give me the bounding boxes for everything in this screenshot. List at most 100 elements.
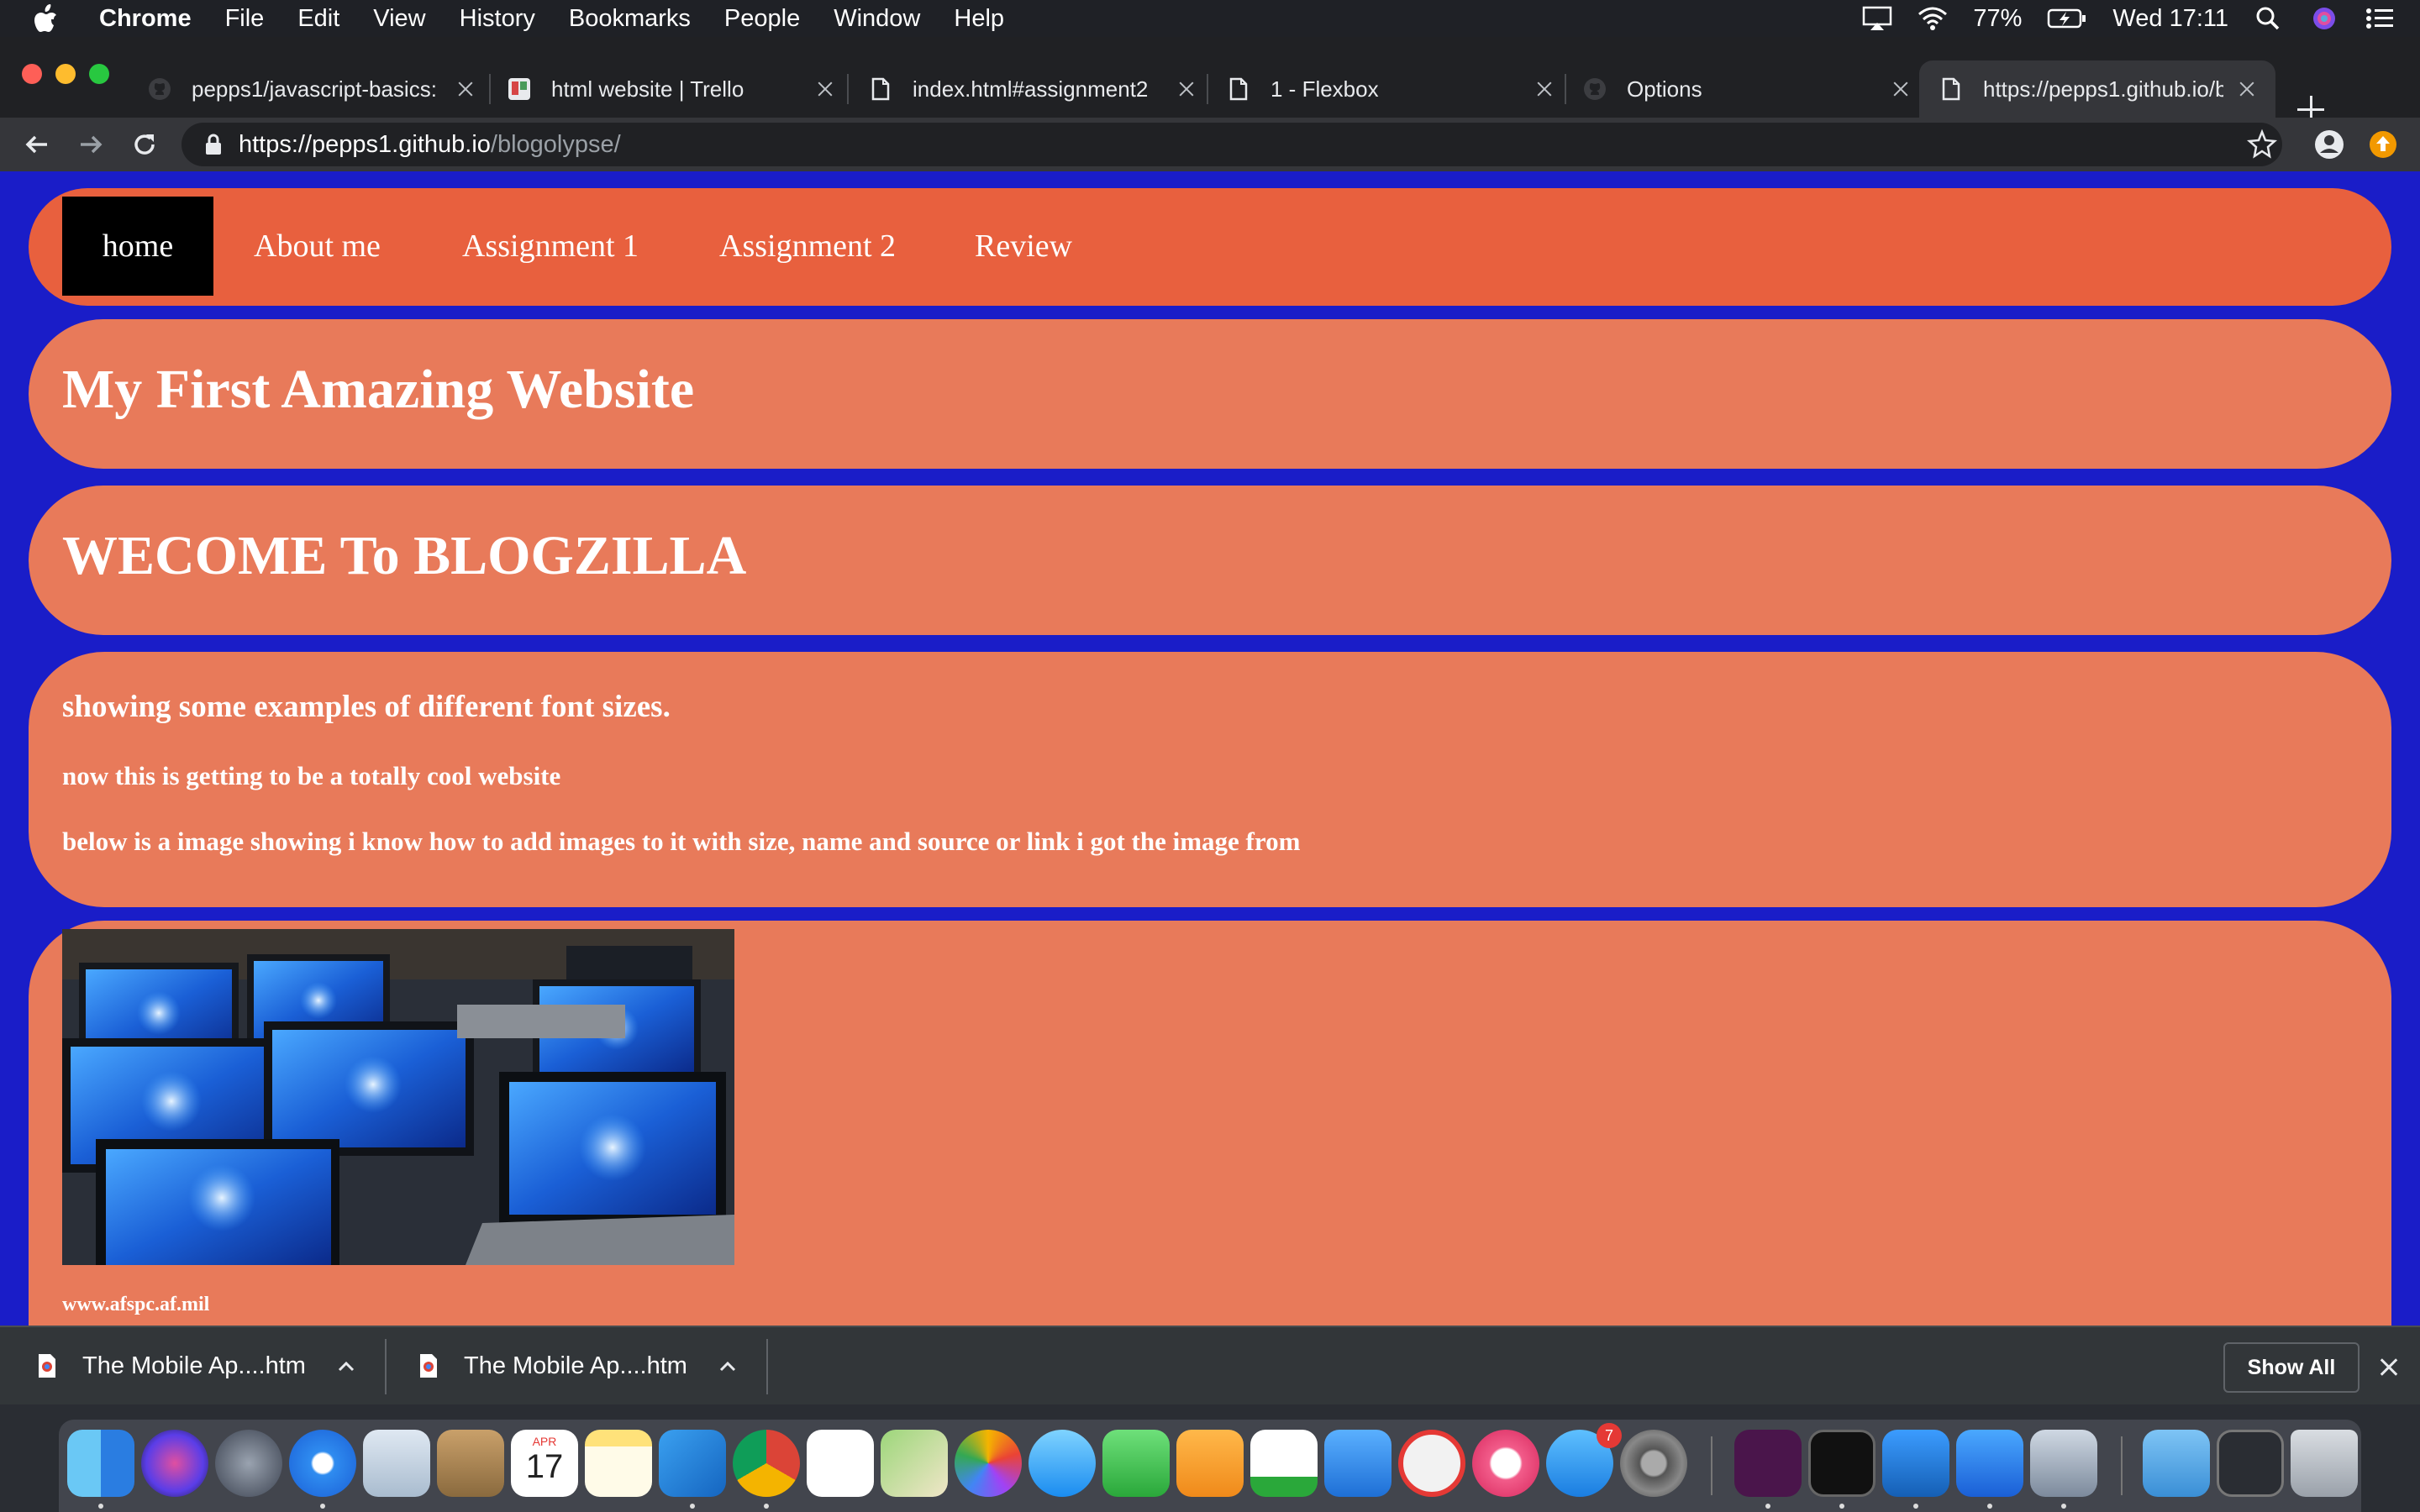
system-preferences-icon[interactable] <box>1620 1430 1687 1497</box>
running-indicator <box>2061 1504 2066 1509</box>
menu-edit[interactable]: Edit <box>297 5 339 33</box>
window-minimize-button[interactable] <box>55 64 76 84</box>
chrome-icon[interactable] <box>733 1430 800 1497</box>
image-source-credit[interactable]: www.afspc.af.mil <box>62 1294 209 1316</box>
dock-separator <box>1711 1436 1712 1495</box>
menu-view[interactable]: View <box>373 5 425 33</box>
simulator-icon[interactable] <box>1956 1430 2023 1497</box>
macos-dock: APR 17 7 <box>59 1420 2361 1512</box>
address-bar[interactable]: https://pepps1.github.io/blogolypse/ <box>182 123 2282 166</box>
forward-arrow-icon[interactable] <box>74 128 108 161</box>
calendar-day: 17 <box>525 1448 564 1485</box>
tab-javascript-basics[interactable]: pepps1/javascript-basics: <box>148 60 477 118</box>
profile-avatar-icon[interactable] <box>2312 128 2346 161</box>
window-zoom-button[interactable] <box>89 64 109 84</box>
web-page-viewport[interactable]: home About me Assignment 1 Assignment 2 … <box>0 171 2420 1326</box>
contacts-icon[interactable] <box>437 1430 504 1497</box>
window-close-button[interactable] <box>22 64 42 84</box>
site-navigation-bar: home About me Assignment 1 Assignment 2 … <box>29 188 2391 306</box>
menu-file[interactable]: File <box>225 5 265 33</box>
dock-separator <box>2121 1436 2123 1495</box>
app-store-icon[interactable]: 7 <box>1546 1423 1622 1497</box>
extension-update-icon[interactable] <box>2366 128 2400 161</box>
tab-options[interactable]: Options <box>1583 60 1912 118</box>
facetime-icon[interactable] <box>1102 1430 1170 1497</box>
macos-menu-bar: Chrome File Edit View History Bookmarks … <box>0 0 2420 37</box>
siri-menu-icon[interactable] <box>2309 6 2339 31</box>
tab-close-icon[interactable] <box>1889 77 1912 101</box>
numbers-icon[interactable] <box>1250 1430 1318 1497</box>
nav-link-home[interactable]: home <box>62 197 213 296</box>
music-icon[interactable] <box>1472 1430 1539 1497</box>
lock-icon[interactable] <box>205 134 222 155</box>
tab-separator <box>489 74 491 104</box>
trash-icon[interactable] <box>2291 1430 2358 1497</box>
wifi-icon[interactable] <box>1918 6 1948 31</box>
battery-charging-icon[interactable] <box>2047 6 2087 31</box>
apple-icon[interactable] <box>34 4 59 33</box>
preview-icon[interactable] <box>2030 1430 2097 1497</box>
notes-icon[interactable] <box>585 1430 652 1497</box>
welcome-heading: WECOME To BLOGZILLA <box>62 525 747 586</box>
menu-window[interactable]: Window <box>834 5 920 33</box>
tab-close-icon[interactable] <box>1533 77 1556 101</box>
terminal-icon[interactable] <box>1808 1430 1876 1497</box>
nav-link-review[interactable]: Review <box>975 197 1072 296</box>
vscode-icon[interactable] <box>659 1430 726 1497</box>
menu-clock[interactable]: Wed 17:11 <box>2112 5 2228 33</box>
tab-close-icon[interactable] <box>454 77 477 101</box>
menu-help[interactable]: Help <box>954 5 1004 33</box>
bookmark-star-icon[interactable] <box>2245 128 2279 161</box>
photos-icon[interactable] <box>955 1430 1022 1497</box>
finder-icon[interactable] <box>67 1430 134 1497</box>
launchpad-icon[interactable] <box>215 1430 282 1497</box>
github-icon <box>1583 77 1607 101</box>
tab-blogolypse-active[interactable]: https://pepps1.github.io/blogolypse/ <box>1919 60 2275 118</box>
menu-history[interactable]: History <box>460 5 535 33</box>
chevron-up-icon[interactable] <box>336 1356 356 1376</box>
page-icon <box>1939 77 1963 101</box>
download-item[interactable]: The Mobile Ap....htm <box>418 1327 738 1404</box>
tab-close-icon[interactable] <box>1175 77 1198 101</box>
running-indicator <box>1987 1504 1992 1509</box>
xcode-icon[interactable] <box>1882 1430 1949 1497</box>
nav-link-about-me[interactable]: About me <box>254 197 381 296</box>
tab-close-icon[interactable] <box>813 77 837 101</box>
screenshot-folder-icon[interactable] <box>2217 1430 2284 1497</box>
safari-icon[interactable] <box>289 1430 356 1497</box>
tab-title: pepps1/javascript-basics: <box>192 76 437 102</box>
menu-app-name[interactable]: Chrome <box>99 5 192 33</box>
siri-icon[interactable] <box>141 1430 208 1497</box>
nav-link-assignment-1[interactable]: Assignment 1 <box>462 197 639 296</box>
reload-icon[interactable] <box>128 128 161 161</box>
slack-icon[interactable] <box>1734 1430 1802 1497</box>
nav-link-assignment-2[interactable]: Assignment 2 <box>719 197 896 296</box>
spotlight-search-icon[interactable] <box>2254 6 2284 31</box>
tab-trello[interactable]: html website | Trello <box>508 60 837 118</box>
notification-center-icon[interactable] <box>2365 6 2395 31</box>
tab-close-icon[interactable] <box>2235 77 2259 101</box>
airplay-icon[interactable] <box>1862 6 1892 31</box>
browser-toolbar: https://pepps1.github.io/blogolypse/ <box>0 118 2420 171</box>
show-all-downloads-button[interactable]: Show All <box>2223 1342 2360 1393</box>
menu-people[interactable]: People <box>724 5 800 33</box>
mail-icon[interactable] <box>363 1430 430 1497</box>
close-download-shelf-icon[interactable] <box>2378 1356 2400 1378</box>
keynote-icon[interactable] <box>1324 1430 1392 1497</box>
messages-icon[interactable] <box>1028 1430 1096 1497</box>
back-arrow-icon[interactable] <box>20 128 54 161</box>
maps-icon[interactable] <box>881 1430 948 1497</box>
running-indicator <box>690 1504 695 1509</box>
tab-flexbox[interactable]: 1 - Flexbox <box>1227 60 1556 118</box>
downloads-folder-icon[interactable] <box>2143 1430 2210 1497</box>
pages-icon[interactable] <box>1176 1430 1244 1497</box>
reminders-icon[interactable] <box>807 1430 874 1497</box>
download-item[interactable]: The Mobile Ap....htm <box>37 1327 356 1404</box>
menu-bookmarks[interactable]: Bookmarks <box>569 5 691 33</box>
chevron-up-icon[interactable] <box>718 1356 738 1376</box>
news-icon[interactable] <box>1398 1430 1465 1497</box>
page-icon <box>1227 77 1250 101</box>
tab-index-assignment2[interactable]: index.html#assignment2 <box>869 60 1198 118</box>
calendar-icon[interactable]: APR 17 <box>511 1430 578 1497</box>
tab-separator <box>847 74 849 104</box>
